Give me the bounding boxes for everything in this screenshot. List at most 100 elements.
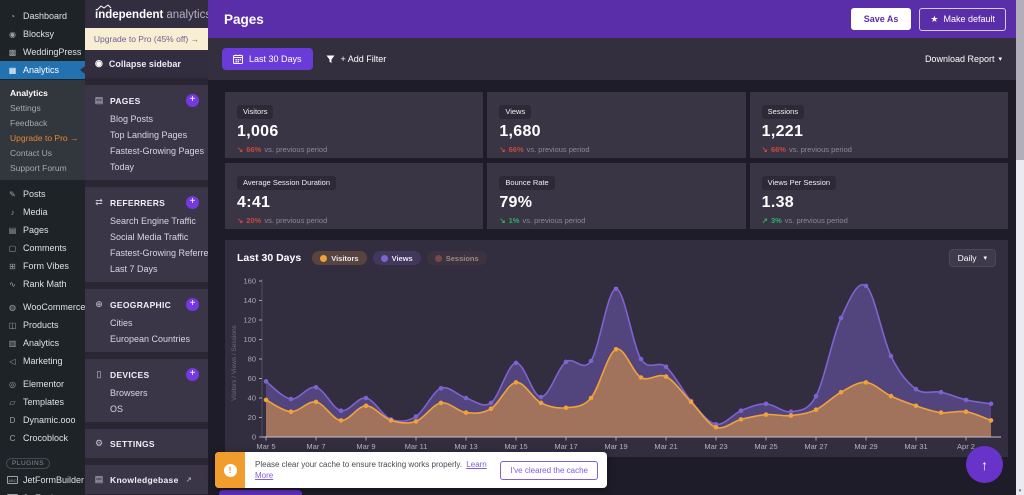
stat-value: 1,006 — [237, 123, 279, 140]
point-views — [288, 396, 294, 402]
point-visitors — [538, 400, 544, 406]
warning-icon: ! — [215, 452, 245, 488]
wp-submenu-item-analytics[interactable]: Analytics — [0, 85, 85, 100]
ia-link-knowledgebase[interactable]: ▤ Knowledgebase ↗ — [85, 470, 208, 489]
wp-sidebar-item-posts[interactable]: ✎ Posts — [0, 185, 85, 203]
wp-item-label: Marketing — [23, 356, 63, 366]
ia-item-last-7-days[interactable]: Last 7 Days — [85, 261, 208, 277]
scrollbar-down-arrow[interactable]: ▾ — [1016, 488, 1024, 494]
trend-up-icon: ↗ — [761, 216, 768, 225]
sessions-dot — [434, 254, 442, 262]
wp-submenu-item-settings[interactable]: Settings — [0, 100, 85, 115]
wp-sidebar-item-crocoblock[interactable]: C Crocoblock — [0, 429, 85, 447]
wp-sidebar-item-templates[interactable]: ▱ Templates — [0, 393, 85, 411]
ia-section-header-referrers[interactable]: ⇄ REFERRERS + — [85, 192, 208, 213]
add-devices-button[interactable]: + — [186, 368, 199, 381]
ia-section-header-devices[interactable]: ▯ DEVICES + — [85, 364, 208, 385]
point-views — [938, 389, 944, 395]
date-range-button[interactable]: Last 30 Days — [222, 48, 313, 70]
wp-sidebar-item-comments[interactable]: ▢ Comments — [0, 239, 85, 257]
wp-sidebar-item-dashboard[interactable]: ◔ Dashboard — [0, 7, 85, 25]
make-default-button[interactable]: ★ Make default — [919, 7, 1006, 31]
wp-sidebar-item-marketing[interactable]: ◁ Marketing — [0, 352, 85, 370]
ia-section-header-settings[interactable]: ⚙ SETTINGS — [85, 434, 208, 453]
wp-item-label: Comments — [23, 243, 67, 253]
trend-down-icon: ↘ — [499, 145, 506, 154]
wp-sidebar-item-form-vibes[interactable]: ⊞ Form Vibes — [0, 257, 85, 275]
ia-item-blog-posts[interactable]: Blog Posts — [85, 111, 208, 127]
partially-visible-button[interactable] — [219, 490, 302, 495]
add-pages-button[interactable]: + — [186, 94, 199, 107]
interval-select[interactable]: Daily ▾ — [948, 249, 996, 267]
scroll-to-top-button[interactable]: ↑ — [966, 446, 1003, 483]
scrollbar-thumb[interactable] — [1016, 0, 1024, 160]
wp-sidebar-item-media[interactable]: ♪ Media — [0, 203, 85, 221]
save-as-button[interactable]: Save As — [850, 8, 912, 30]
add-filter-button[interactable]: + Add Filter — [326, 54, 386, 64]
ia-item-os[interactable]: OS — [85, 401, 208, 417]
collapse-sidebar-button[interactable]: ◉ Collapse sidebar — [85, 50, 208, 78]
main-content: Pages Save As ★ Make default Last 30 Day… — [208, 0, 1016, 495]
wp-item-label: Templates — [23, 397, 65, 407]
point-views — [613, 286, 619, 292]
point-views — [313, 385, 319, 390]
ia-item-cities[interactable]: Cities — [85, 315, 208, 331]
wp-submenu-item-support-forum[interactable]: Support Forum — [0, 160, 85, 175]
stat-value: 79% — [499, 194, 533, 211]
scrollbar[interactable]: ▾ — [1016, 0, 1024, 495]
ia-item-fastest-growing-pages[interactable]: Fastest-Growing Pages — [85, 143, 208, 159]
wp-submenu-item-upgrade-to-pro[interactable]: Upgrade to Pro → — [0, 130, 85, 145]
wp-item-label: Pages — [23, 225, 49, 235]
svg-text:20: 20 — [248, 413, 256, 422]
wp-sidebar-item-jetformbuilder[interactable]: ABC JetFormBuilder — [0, 471, 85, 489]
ia-item-european-countries[interactable]: European Countries — [85, 331, 208, 347]
wp-sidebar-item-weddingpress[interactable]: ▩ WeddingPress — [0, 43, 85, 61]
toast-message: Please clear your cache to ensure tracki… — [245, 459, 500, 481]
wp-sidebar-item-products[interactable]: ◫ Products — [0, 316, 85, 334]
stat-card-views: Views 1,680 ↘ 66% vs. previous period — [487, 92, 746, 158]
svg-text:0: 0 — [252, 433, 256, 442]
wp-menu-group: ✎ Posts ♪ Media ▤ Pages ▢ Comments ⊞ Form Vibes ∿ R… — [0, 185, 85, 293]
wp-sidebar-item-woocommerce[interactable]: ◍ WooCommerce — [0, 298, 85, 316]
legend-visitors[interactable]: Visitors — [312, 251, 367, 265]
wp-sidebar-item-rank-math[interactable]: ∿ Rank Math — [0, 275, 85, 293]
ia-section-header-geographic[interactable]: ⊕ GEOGRAPHIC + — [85, 294, 208, 315]
ia-item-social-media-traffic[interactable]: Social Media Traffic — [85, 229, 208, 245]
wp-sidebar-item-analytics[interactable]: ▥ Analytics — [0, 334, 85, 352]
wp-submenu-item-feedback[interactable]: Feedback — [0, 115, 85, 130]
point-visitors — [738, 417, 744, 422]
point-views — [263, 379, 269, 384]
upgrade-pro-banner[interactable]: Upgrade to Pro (45% off) → — [85, 28, 208, 50]
add-geographic-button[interactable]: + — [186, 298, 199, 311]
legend-sessions[interactable]: Sessions — [426, 251, 487, 265]
point-visitors — [863, 380, 869, 385]
ia-item-browsers[interactable]: Browsers — [85, 385, 208, 401]
ia-section-header-pages[interactable]: ▤ PAGES + — [85, 90, 208, 111]
wp-sidebar-item-analytics[interactable]: ▦ Analytics — [0, 61, 85, 79]
download-report-label: Download Report — [924, 54, 995, 64]
wp-submenu-item-contact-us[interactable]: Contact Us — [0, 145, 85, 160]
legend-views[interactable]: Views — [372, 251, 421, 265]
point-visitors — [513, 380, 519, 385]
ia-section-title: GEOGRAPHIC — [110, 299, 172, 310]
wp-sidebar-item-blocksy[interactable]: ◉ Blocksy — [0, 25, 85, 43]
point-visitors — [313, 399, 319, 405]
download-report-button[interactable]: Download Report ▾ — [925, 54, 1002, 64]
ia-item-search-engine-traffic[interactable]: Search Engine Traffic — [85, 213, 208, 229]
wp-sidebar-item-jetengine[interactable]: ABCJetEngine — [0, 489, 85, 495]
wp-sidebar-item-pages[interactable]: ▤ Pages — [0, 221, 85, 239]
collapse-sidebar-label: Collapse sidebar — [108, 58, 181, 69]
ia-item-fastest-growing-referrers[interactable]: Fastest-Growing Referrers — [85, 245, 208, 261]
cleared-cache-button[interactable]: I've cleared the cache — [500, 460, 598, 480]
add-referrers-button[interactable]: + — [186, 196, 199, 209]
elementor-icon: ◎ — [9, 379, 16, 389]
templates-icon: ▱ — [9, 397, 16, 407]
wp-sidebar-item-dynamic-ooo[interactable]: D Dynamic.ooo — [0, 411, 85, 429]
ia-section-referrers: ⇄ REFERRERS + Search Engine Traffic Social M… — [85, 187, 208, 282]
analytics-plugin-sidebar: independent analytics Upgrade to Pro (45%… — [85, 0, 208, 495]
wp-sidebar-item-elementor[interactable]: ◎ Elementor — [0, 375, 85, 393]
ia-item-today[interactable]: Today — [85, 159, 208, 175]
ia-item-top-landing-pages[interactable]: Top Landing Pages — [85, 127, 208, 143]
svg-text:100: 100 — [243, 335, 256, 344]
geographic-section-icon: ⊕ — [95, 299, 103, 309]
